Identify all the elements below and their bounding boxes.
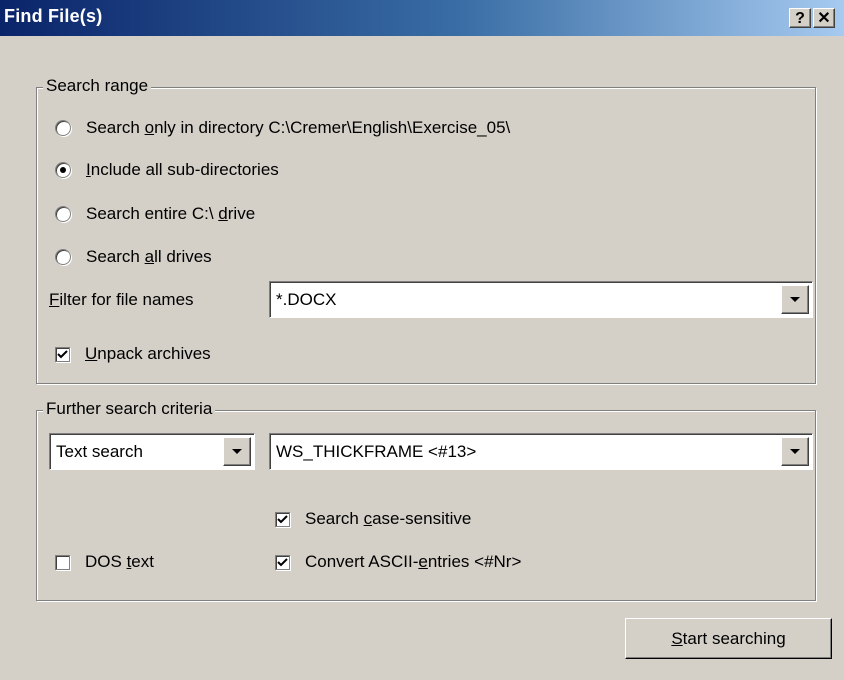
search-range-legend: Search range xyxy=(43,76,152,96)
radio-label: Search entire C:\ drive xyxy=(86,204,256,223)
radio-include-subdirectories[interactable]: Include all sub-directories xyxy=(55,160,279,180)
dropdown-arrow-icon[interactable] xyxy=(781,285,809,314)
checkbox-label: Convert ASCII-entries <#Nr> xyxy=(305,552,522,571)
window-title: Find File(s) xyxy=(4,6,103,26)
filter-label: Filter for file names xyxy=(49,290,194,309)
radio-indicator[interactable] xyxy=(55,120,71,136)
help-icon: ? xyxy=(795,10,805,27)
title-bar: Find File(s) ? ✕ xyxy=(0,0,844,37)
checkbox-indicator[interactable] xyxy=(275,554,290,570)
dos-text-checkbox[interactable]: DOS text xyxy=(55,552,154,572)
unpack-archives-checkbox[interactable]: Unpack archives xyxy=(55,344,211,364)
convert-ascii-checkbox[interactable]: Convert ASCII-entries <#Nr> xyxy=(275,552,521,572)
search-type-combobox[interactable]: Text search xyxy=(49,433,255,470)
search-type-value: Text search xyxy=(56,442,143,461)
close-icon: ✕ xyxy=(817,10,831,27)
help-button[interactable]: ? xyxy=(789,8,811,28)
filter-combobox[interactable]: *.DOCX xyxy=(269,281,813,318)
search-text-value: WS_THICKFRAME <#13> xyxy=(276,442,477,461)
checkbox-label: Search case-sensitive xyxy=(305,509,472,528)
radio-search-entire-drive[interactable]: Search entire C:\ drive xyxy=(55,204,255,224)
radio-indicator[interactable] xyxy=(55,162,71,178)
close-button[interactable]: ✕ xyxy=(813,8,835,28)
radio-label: Include all sub-directories xyxy=(86,160,279,179)
checkbox-label: DOS text xyxy=(85,552,154,571)
radio-search-only-directory[interactable]: Search only in directory C:\Cremer\Engli… xyxy=(55,118,510,138)
checkbox-indicator[interactable] xyxy=(55,554,70,570)
further-criteria-legend: Further search criteria xyxy=(43,399,216,419)
button-label: Start searching xyxy=(671,629,786,648)
dropdown-arrow-icon[interactable] xyxy=(781,437,809,466)
further-criteria-group: Further search criteria Text search WS_T… xyxy=(36,399,816,601)
radio-search-all-drives[interactable]: Search all drives xyxy=(55,247,212,267)
search-text-combobox[interactable]: WS_THICKFRAME <#13> xyxy=(269,433,813,470)
search-range-group: Search range Search only in directory C:… xyxy=(36,76,816,384)
checkbox-label: Unpack archives xyxy=(85,344,211,363)
radio-label: Search only in directory C:\Cremer\Engli… xyxy=(86,118,511,137)
radio-indicator[interactable] xyxy=(55,206,71,222)
radio-indicator[interactable] xyxy=(55,249,71,265)
checkbox-indicator[interactable] xyxy=(275,511,290,527)
dropdown-arrow-icon[interactable] xyxy=(223,437,251,466)
radio-label: Search all drives xyxy=(86,247,212,266)
filter-value: *.DOCX xyxy=(276,290,337,309)
checkbox-indicator[interactable] xyxy=(55,346,70,362)
start-searching-button[interactable]: Start searching xyxy=(625,618,832,659)
case-sensitive-checkbox[interactable]: Search case-sensitive xyxy=(275,509,471,529)
